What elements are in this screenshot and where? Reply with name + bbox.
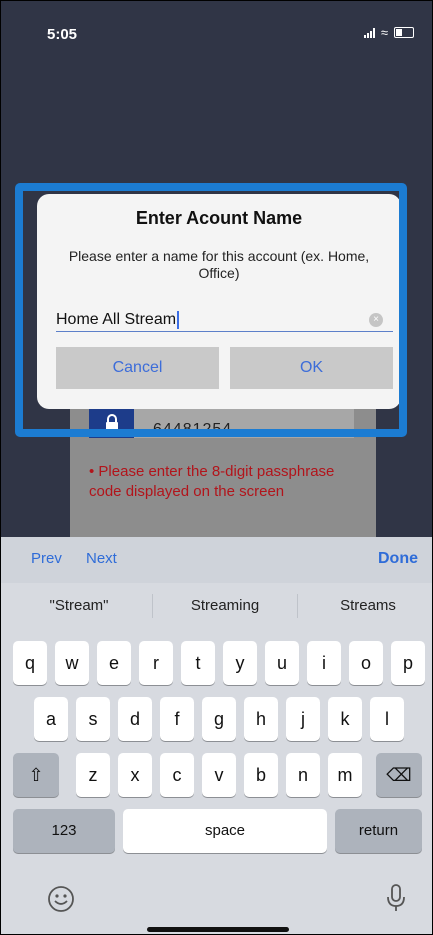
key-q[interactable]: q bbox=[13, 641, 47, 685]
key-x[interactable]: x bbox=[118, 753, 152, 797]
keyboard: Prev Next Done "Stream" Streaming Stream… bbox=[1, 537, 432, 934]
numbers-key[interactable]: 123 bbox=[13, 809, 115, 853]
key-s[interactable]: s bbox=[76, 697, 110, 741]
passphrase-hint: • Please enter the 8-digit passphrase co… bbox=[89, 463, 335, 500]
key-j[interactable]: j bbox=[286, 697, 320, 741]
key-k[interactable]: k bbox=[328, 697, 362, 741]
home-indicator bbox=[147, 927, 289, 932]
key-g[interactable]: g bbox=[202, 697, 236, 741]
key-h[interactable]: h bbox=[244, 697, 278, 741]
shift-icon[interactable]: ⇧ bbox=[13, 753, 59, 797]
suggestion-divider bbox=[152, 594, 153, 618]
status-time: 5:05 bbox=[47, 26, 78, 43]
key-w[interactable]: w bbox=[55, 641, 89, 685]
key-u[interactable]: u bbox=[265, 641, 299, 685]
key-a[interactable]: a bbox=[34, 697, 68, 741]
done-button[interactable]: Done bbox=[378, 550, 418, 568]
key-r[interactable]: r bbox=[139, 641, 173, 685]
space-key[interactable]: space bbox=[123, 809, 327, 853]
key-n[interactable]: n bbox=[286, 753, 320, 797]
key-v[interactable]: v bbox=[202, 753, 236, 797]
prev-button[interactable]: Prev bbox=[31, 550, 62, 567]
return-key[interactable]: return bbox=[335, 809, 422, 853]
highlight-frame bbox=[15, 183, 407, 437]
suggestion-3[interactable]: Streams bbox=[298, 597, 432, 614]
key-t[interactable]: t bbox=[181, 641, 215, 685]
wifi-icon: ≈ bbox=[380, 24, 388, 40]
emoji-icon[interactable] bbox=[47, 885, 75, 913]
key-e[interactable]: e bbox=[97, 641, 131, 685]
delete-icon[interactable]: ⌫ bbox=[376, 753, 422, 797]
key-c[interactable]: c bbox=[160, 753, 194, 797]
key-z[interactable]: z bbox=[76, 753, 110, 797]
suggestion-1[interactable]: "Stream" bbox=[9, 597, 149, 614]
key-b[interactable]: b bbox=[244, 753, 278, 797]
phone-screen: 5:05 ≈ 64481254 • Please enter the 8-dig… bbox=[0, 0, 433, 935]
status-icons: ≈ bbox=[363, 24, 414, 40]
key-m[interactable]: m bbox=[328, 753, 362, 797]
key-p[interactable]: p bbox=[391, 641, 425, 685]
keyboard-accessory-bar: Prev Next Done bbox=[1, 537, 432, 583]
next-button[interactable]: Next bbox=[86, 550, 117, 567]
key-f[interactable]: f bbox=[160, 697, 194, 741]
suggestion-2[interactable]: Streaming bbox=[155, 597, 295, 614]
signal-icon bbox=[363, 27, 375, 38]
microphone-icon[interactable] bbox=[385, 883, 407, 913]
battery-icon bbox=[394, 27, 414, 38]
key-i[interactable]: i bbox=[307, 641, 341, 685]
key-y[interactable]: y bbox=[223, 641, 257, 685]
key-d[interactable]: d bbox=[118, 697, 152, 741]
key-l[interactable]: l bbox=[370, 697, 404, 741]
key-o[interactable]: o bbox=[349, 641, 383, 685]
